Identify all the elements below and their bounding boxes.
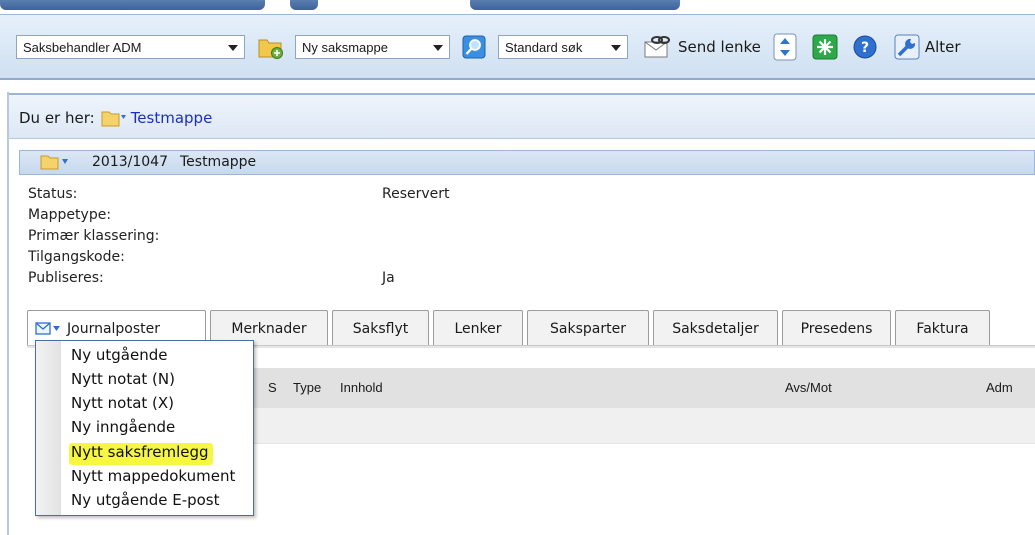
menu-item-ny-inngaende[interactable]: Ny inngående: [71, 418, 175, 440]
search-type-select[interactable]: Standard søk: [498, 35, 628, 59]
column-header-s[interactable]: S: [268, 380, 277, 395]
refresh-icon[interactable]: [811, 33, 839, 61]
tab-label: Saksflyt: [352, 320, 409, 337]
help-icon[interactable]: ?: [851, 33, 879, 61]
send-link-icon[interactable]: [642, 33, 674, 61]
detail-row: Primær klassering:: [28, 228, 628, 249]
tab-saksdetaljer[interactable]: Saksdetaljer: [653, 310, 778, 346]
table-row[interactable]: [220, 408, 1035, 444]
menu-item-nytt-saksfremlegg[interactable]: Nytt saksfremlegg: [69, 443, 213, 465]
detail-row: Status: Reservert: [28, 186, 628, 207]
menu-item-ny-utgaende-epost[interactable]: Ny utgående E-post: [71, 491, 220, 513]
chevron-down-icon: [611, 45, 621, 51]
tab-faktura[interactable]: Faktura: [895, 310, 990, 346]
breadcrumb-prefix: Du er her:: [19, 109, 95, 127]
toolbar-spacer: [0, 80, 1035, 92]
search-icon[interactable]: [460, 33, 488, 61]
send-link-button[interactable]: Send lenke: [678, 38, 761, 56]
detail-label: Primær klassering:: [28, 228, 160, 244]
breadcrumb-link-testmappe[interactable]: Testmappe: [131, 109, 213, 127]
detail-label: Publiseres:: [28, 270, 104, 286]
detail-row: Mappetype:: [28, 207, 628, 228]
column-header-innhold[interactable]: Innhold: [340, 380, 383, 395]
tab-saksparter[interactable]: Saksparter: [527, 310, 649, 346]
tab-label: Saksparter: [550, 320, 626, 337]
tab-label: Merknader: [231, 320, 307, 337]
menu-item-nytt-notat-n[interactable]: Nytt notat (N): [71, 370, 175, 392]
menu-item-nytt-notat-x[interactable]: Nytt notat (X): [71, 394, 174, 416]
tab-label: Saksdetaljer: [672, 320, 759, 337]
top-tab-3[interactable]: [470, 0, 680, 10]
tab-label: Lenker: [454, 320, 502, 337]
column-header-type[interactable]: Type: [293, 380, 321, 395]
detail-row: Tilgangskode:: [28, 249, 628, 270]
new-folder-icon[interactable]: [255, 33, 287, 61]
svg-text:?: ?: [861, 40, 869, 56]
chevron-down-icon: [433, 45, 443, 51]
case-details: Status: Reservert Mappetype: Primær klass…: [28, 186, 628, 291]
top-tab-1[interactable]: [0, 0, 265, 10]
tab-label: Faktura: [916, 320, 969, 337]
folder-icon[interactable]: [101, 109, 127, 127]
detail-row: Publiseres: Ja: [28, 270, 628, 291]
case-number: 2013/1047: [92, 154, 168, 170]
search-type-select-value: Standard søk: [505, 39, 583, 55]
content-left-border: [7, 92, 9, 535]
alter-button[interactable]: Alter: [925, 38, 961, 56]
folder-icon[interactable]: [40, 154, 78, 170]
tab-saksflyt[interactable]: Saksflyt: [332, 310, 429, 346]
case-title: Testmappe: [179, 154, 257, 170]
tab-label: Journalposter: [67, 320, 161, 337]
tab-label: Presedens: [800, 320, 873, 337]
tab-presedens[interactable]: Presedens: [782, 310, 891, 346]
detail-value: Ja: [382, 270, 395, 286]
journal-grid-header: S Type Innhold Avs/Mot Adm: [220, 368, 1035, 408]
column-header-adm[interactable]: Adm: [986, 380, 1013, 395]
role-select-value: Saksbehandler ADM: [23, 39, 142, 55]
menu-icon-gutter: [36, 341, 61, 515]
new-item-select-value: Ny saksmappe: [302, 39, 388, 55]
column-header-avs-mot[interactable]: Avs/Mot: [785, 380, 832, 395]
top-tab-2[interactable]: [290, 0, 318, 10]
role-select[interactable]: Saksbehandler ADM: [16, 35, 245, 59]
chevron-down-icon: [228, 45, 238, 51]
new-mail-icon: [34, 321, 64, 337]
detail-label: Tilgangskode:: [28, 249, 125, 265]
sort-updown-icon[interactable]: [771, 33, 799, 61]
menu-item-ny-utgaende[interactable]: Ny utgående: [71, 346, 167, 368]
wrench-icon[interactable]: [893, 33, 921, 61]
new-document-menu: Ny utgående Nytt notat (N) Nytt notat (X…: [35, 340, 254, 516]
menu-item-nytt-mappedokument[interactable]: Nytt mappedokument: [71, 467, 235, 489]
main-toolbar: Saksbehandler ADM Ny saksmappe Standard …: [0, 14, 1035, 80]
window-top-strip: [0, 0, 1035, 14]
case-header-bar: 2013/1047 Testmappe: [19, 150, 1035, 175]
detail-label: Status:: [28, 186, 78, 202]
detail-label: Mappetype:: [28, 207, 112, 223]
detail-value: Reservert: [382, 186, 450, 202]
tab-lenker[interactable]: Lenker: [433, 310, 523, 346]
new-item-select[interactable]: Ny saksmappe: [295, 35, 450, 59]
breadcrumb: Du er her: Testmappe: [9, 93, 1035, 139]
